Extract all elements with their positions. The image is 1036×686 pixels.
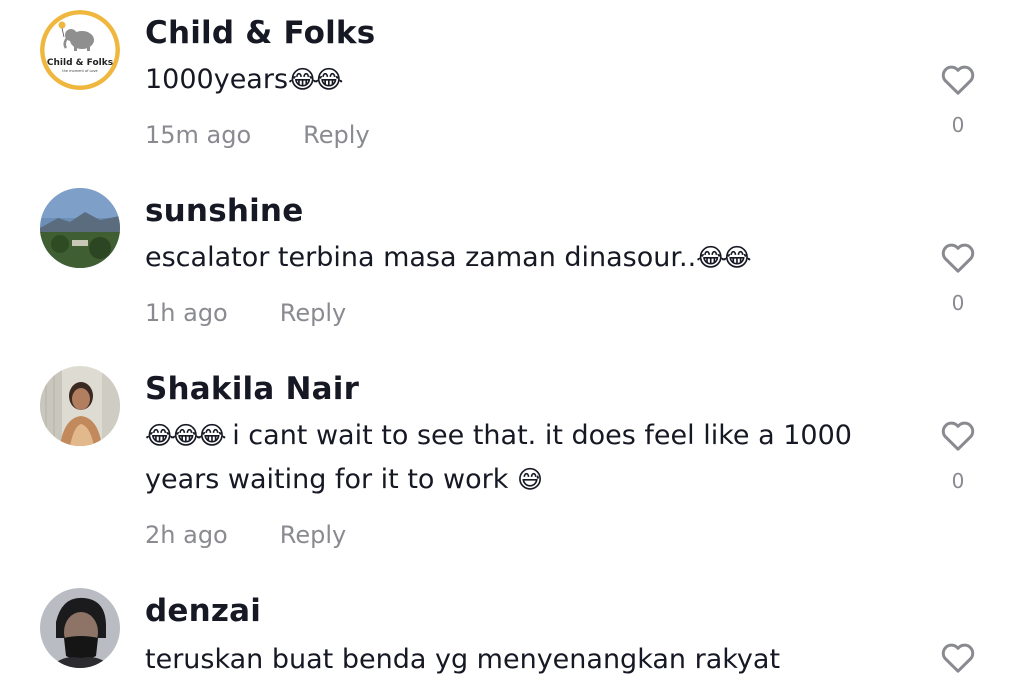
heart-icon[interactable] [938,237,978,277]
comment-username[interactable]: denzai [145,591,261,631]
like-count: 0 [951,113,965,137]
comment-meta: 1h ago Reply [145,298,346,328]
comment-item: Shakila Nair 😂😂😂 i cant wait to see that… [0,356,1036,580]
comment-username[interactable]: sunshine [145,191,303,231]
avatar-logo-text: Child & Folks [47,58,113,68]
comment-item: denzai teruskan buat benda yg menyenangk… [0,580,1036,686]
reply-button[interactable]: Reply [280,521,346,549]
comment-text: teruskan buat benda yg menyenangkan raky… [145,638,905,682]
heart-icon[interactable] [938,59,978,99]
comment-meta: 2h ago Reply [145,520,346,550]
comment-item: sunshine escalator terbina masa zaman di… [0,178,1036,356]
avatar[interactable] [40,366,120,446]
heart-icon[interactable] [938,415,978,455]
laughing-emoji: 😂😂 [696,243,751,272]
reply-button[interactable]: Reply [303,121,369,149]
laughing-emoji: 😂😂😂 [145,421,227,450]
laughing-emoji: 😂😂 [288,65,343,94]
like-count: 0 [951,291,965,315]
comment-text-body: 1000years [145,64,289,95]
comment-text-body: escalator terbina masa zaman dinasour.. [145,242,697,273]
avatar[interactable]: Child & Folks the moment of Love [40,10,120,90]
comment-timestamp: 1h ago [145,299,228,327]
like-count: 0 [951,469,965,493]
comment-username[interactable]: Shakila Nair [145,369,359,409]
comment-text-body: teruskan buat benda yg menyenangkan raky… [145,644,781,675]
comment-meta: 15m ago Reply [145,120,370,150]
comment-timestamp: 15m ago [145,121,252,149]
avatar[interactable] [40,588,120,668]
sweat-smile-emoji: 😅 [516,465,543,494]
comment-text-body: i cant wait to see that. it does feel li… [145,420,852,495]
comment-username[interactable]: Child & Folks [145,13,375,53]
comment-text: 😂😂😂 i cant wait to see that. it does fee… [145,414,905,502]
comment-text: 1000years😂😂 [145,58,905,102]
reply-button[interactable]: Reply [280,299,346,327]
heart-icon[interactable] [938,637,978,677]
comment-timestamp: 2h ago [145,521,228,549]
avatar[interactable] [40,188,120,268]
avatar-logo-subtext: the moment of Love [62,69,97,73]
comment-text: escalator terbina masa zaman dinasour..😂… [145,236,905,280]
comment-item: Child & Folks the moment of Love Child &… [0,0,1036,178]
